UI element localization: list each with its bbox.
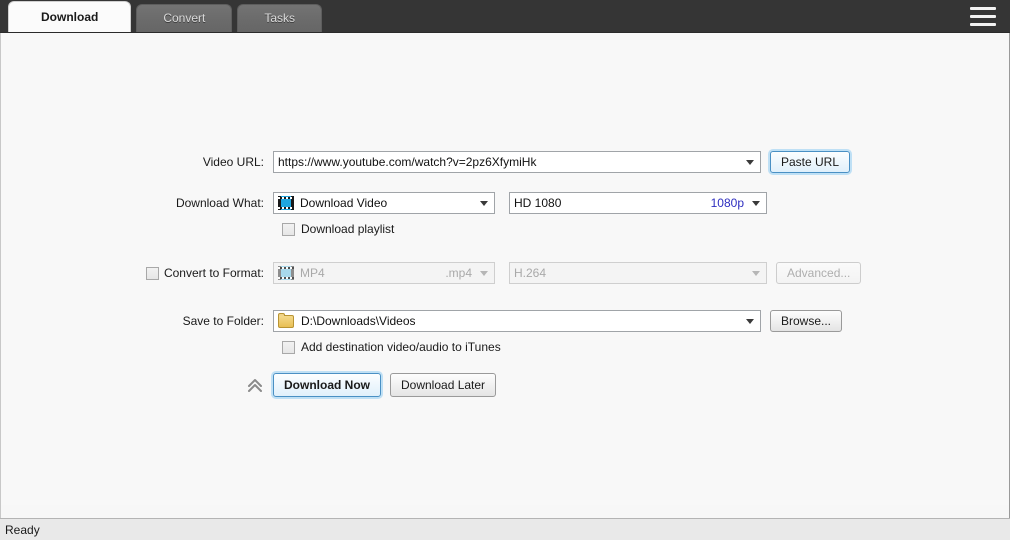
download-form: Video URL: https://www.youtube.com/watch… (1, 151, 1009, 397)
tab-bar: Download Convert Tasks (0, 0, 1010, 33)
tab-list: Download Convert Tasks (8, 0, 327, 32)
tab-convert-label: Convert (163, 11, 205, 25)
paste-url-button[interactable]: Paste URL (770, 151, 850, 173)
add-to-itunes-checkbox[interactable]: Add destination video/audio to iTunes (282, 340, 501, 354)
hamburger-bar-2 (970, 15, 996, 18)
add-to-itunes-checkbox-box[interactable] (282, 341, 295, 354)
folder-icon (278, 315, 294, 328)
download-later-button[interactable]: Download Later (390, 373, 496, 397)
spacer-3 (1, 236, 1009, 262)
download-form-area: Video URL: https://www.youtube.com/watch… (1, 33, 1009, 505)
convert-format-dropdown-arrow-icon[interactable] (480, 271, 488, 276)
save-to-folder-label: Save to Folder: (1, 314, 273, 328)
resize-grip-icon[interactable] (994, 524, 1008, 538)
download-what-label: Download What: (1, 196, 273, 210)
convert-codec-select[interactable]: H.264 (509, 262, 767, 284)
status-bar: Ready (0, 518, 1010, 540)
download-source-dropdown-arrow-icon[interactable] (480, 201, 488, 206)
actions-label-cell (1, 375, 273, 395)
tab-tasks[interactable]: Tasks (237, 4, 322, 32)
tab-tasks-label: Tasks (264, 11, 295, 25)
row-download-what: Download What: Download Video HD 1080 10… (1, 192, 1009, 214)
hamburger-bar-3 (970, 23, 996, 26)
application-window: Download Convert Tasks Video URL: http (0, 0, 1010, 540)
double-chevron-up-icon[interactable] (246, 375, 264, 395)
browse-button[interactable]: Browse... (770, 310, 842, 332)
video-url-dropdown-arrow-icon[interactable] (746, 160, 754, 165)
convert-to-format-checkbox[interactable] (146, 267, 159, 280)
download-panel: Video URL: https://www.youtube.com/watch… (0, 33, 1010, 528)
convert-codec-value: H.264 (514, 266, 766, 280)
spacer-2 (1, 214, 1009, 222)
spacer-1 (1, 173, 1009, 192)
status-text: Ready (5, 523, 40, 537)
convert-format-extension: .mp4 (445, 266, 472, 280)
video-url-value: https://www.youtube.com/watch?v=2pz6Xfym… (278, 155, 760, 169)
video-url-label: Video URL: (1, 155, 273, 169)
tab-convert[interactable]: Convert (136, 4, 232, 32)
download-quality-value: HD 1080 (514, 196, 711, 210)
convert-codec-dropdown-arrow-icon[interactable] (752, 271, 760, 276)
row-save-to-folder: Save to Folder: D:\Downloads\Videos Brow… (1, 310, 1009, 332)
download-quality-tag: 1080p (711, 196, 744, 210)
row-download-playlist: Download playlist (1, 222, 1009, 236)
row-add-to-itunes: Add destination video/audio to iTunes (1, 340, 1009, 354)
download-quality-select[interactable]: HD 1080 1080p (509, 192, 767, 214)
save-to-folder-select[interactable]: D:\Downloads\Videos (273, 310, 761, 332)
download-playlist-label: Download playlist (301, 222, 394, 236)
add-to-itunes-label: Add destination video/audio to iTunes (301, 340, 501, 354)
film-strip-icon (278, 196, 294, 210)
convert-to-format-label: Convert to Format: (164, 266, 264, 280)
spacer-5 (1, 332, 1009, 340)
convert-to-format-labelgroup: Convert to Format: (1, 266, 273, 280)
hamburger-bar-1 (970, 7, 996, 10)
tab-download[interactable]: Download (8, 1, 131, 32)
save-to-folder-dropdown-arrow-icon[interactable] (746, 319, 754, 324)
row-convert-to-format: Convert to Format: MP4 .mp4 H.264 Advanc… (1, 262, 1009, 284)
convert-format-select[interactable]: MP4 .mp4 (273, 262, 495, 284)
row-video-url: Video URL: https://www.youtube.com/watch… (1, 151, 1009, 173)
download-playlist-checkbox[interactable]: Download playlist (282, 222, 394, 236)
download-playlist-checkbox-box[interactable] (282, 223, 295, 236)
spacer-6 (1, 354, 1009, 373)
video-url-input[interactable]: https://www.youtube.com/watch?v=2pz6Xfym… (273, 151, 761, 173)
download-source-value: Download Video (300, 196, 494, 210)
film-strip-icon (278, 266, 294, 280)
download-quality-dropdown-arrow-icon[interactable] (752, 201, 760, 206)
save-to-folder-value: D:\Downloads\Videos (301, 314, 760, 328)
convert-format-value: MP4 (300, 266, 445, 280)
spacer-4 (1, 284, 1009, 310)
hamburger-menu-icon[interactable] (970, 7, 996, 26)
tab-download-label: Download (41, 10, 98, 24)
download-now-button[interactable]: Download Now (273, 373, 381, 397)
advanced-button[interactable]: Advanced... (776, 262, 861, 284)
download-source-select[interactable]: Download Video (273, 192, 495, 214)
row-actions: Download Now Download Later (1, 373, 1009, 397)
